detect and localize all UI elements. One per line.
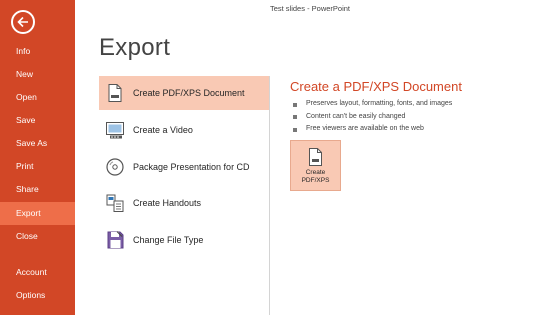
nav-account[interactable]: Account xyxy=(0,261,75,284)
bullet-icon xyxy=(293,115,297,119)
cd-package-icon xyxy=(106,158,124,176)
back-button[interactable] xyxy=(11,10,35,34)
nav-save-as[interactable]: Save As xyxy=(0,132,75,155)
nav-print[interactable]: Print xyxy=(0,155,75,178)
option-label: Change File Type xyxy=(133,235,204,245)
file-type-icon xyxy=(107,231,124,249)
pdf-document-icon xyxy=(309,148,322,166)
bullet-item: Preserves layout, formatting, fonts, and… xyxy=(292,98,452,111)
pdf-document-icon xyxy=(108,84,122,102)
option-create-video[interactable]: Create a Video xyxy=(99,113,269,147)
bullet-text: Preserves layout, formatting, fonts, and… xyxy=(306,100,453,107)
create-button-label: Create PDF/XPS xyxy=(291,169,340,185)
nav-export[interactable]: Export xyxy=(0,202,75,225)
create-pdf-xps-button[interactable]: Create PDF/XPS xyxy=(290,140,341,191)
bullet-text: Content can't be easily changed xyxy=(306,112,406,120)
option-label: Package Presentation for CD xyxy=(133,162,250,172)
nav-close[interactable]: Close xyxy=(0,225,75,248)
option-label: Create PDF/XPS Document xyxy=(133,88,245,98)
bullet-item: Free viewers are available on the web xyxy=(292,123,452,136)
option-create-handouts[interactable]: Create Handouts xyxy=(99,186,269,220)
detail-bullets: Preserves layout, formatting, fonts, and… xyxy=(292,98,452,136)
video-icon xyxy=(106,122,124,139)
bullet-item: Content can't be easily changed xyxy=(292,111,452,124)
nav-save[interactable]: Save xyxy=(0,109,75,132)
detail-title: Create a PDF/XPS Document xyxy=(290,79,462,94)
option-create-pdf-xps[interactable]: Create PDF/XPS Document xyxy=(99,76,269,110)
nav-options[interactable]: Options xyxy=(0,284,75,307)
nav-new[interactable]: New xyxy=(0,63,75,86)
page-title: Export xyxy=(99,34,171,61)
option-label: Create a Video xyxy=(133,125,193,135)
window-title: Test slides - PowerPoint xyxy=(269,4,351,13)
backstage-sidebar: Info New Open Save Save As Print Share E… xyxy=(0,0,75,315)
option-label: Create Handouts xyxy=(133,198,202,208)
create-button-line1: Create xyxy=(305,169,326,176)
nav-share[interactable]: Share xyxy=(0,178,75,201)
nav-open[interactable]: Open xyxy=(0,86,75,109)
option-change-file-type[interactable]: Change File Type xyxy=(99,223,269,257)
bullet-text: Free viewers are available on the web xyxy=(306,125,424,132)
handouts-icon xyxy=(106,194,124,212)
nav-info[interactable]: Info xyxy=(0,40,75,63)
back-arrow-icon xyxy=(17,16,28,28)
option-package-cd[interactable]: Package Presentation for CD xyxy=(99,150,269,184)
panel-divider xyxy=(269,76,270,315)
bullet-icon xyxy=(293,102,297,107)
create-button-line2: PDF/XPS xyxy=(301,177,330,184)
bullet-icon xyxy=(293,127,297,132)
